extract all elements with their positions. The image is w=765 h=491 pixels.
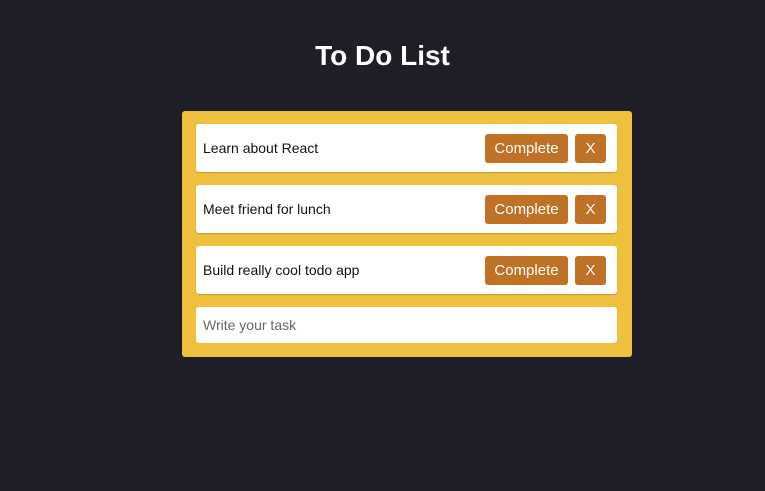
todo-item: Learn about React Complete X — [196, 124, 617, 172]
delete-button[interactable]: X — [575, 134, 606, 163]
complete-button[interactable]: Complete — [485, 134, 568, 163]
new-task-input[interactable] — [196, 307, 617, 343]
complete-button[interactable]: Complete — [485, 195, 568, 224]
todo-list-panel: Learn about React Complete X Meet friend… — [182, 111, 632, 357]
todo-text: Learn about React — [203, 140, 319, 156]
delete-button[interactable]: X — [575, 195, 606, 224]
todo-item: Meet friend for lunch Complete X — [196, 185, 617, 233]
todo-text: Meet friend for lunch — [203, 201, 331, 217]
delete-button[interactable]: X — [575, 256, 606, 285]
todo-item: Build really cool todo app Complete X — [196, 246, 617, 294]
complete-button[interactable]: Complete — [485, 256, 568, 285]
page-title: To Do List — [315, 40, 450, 71]
todo-text: Build really cool todo app — [203, 262, 360, 278]
